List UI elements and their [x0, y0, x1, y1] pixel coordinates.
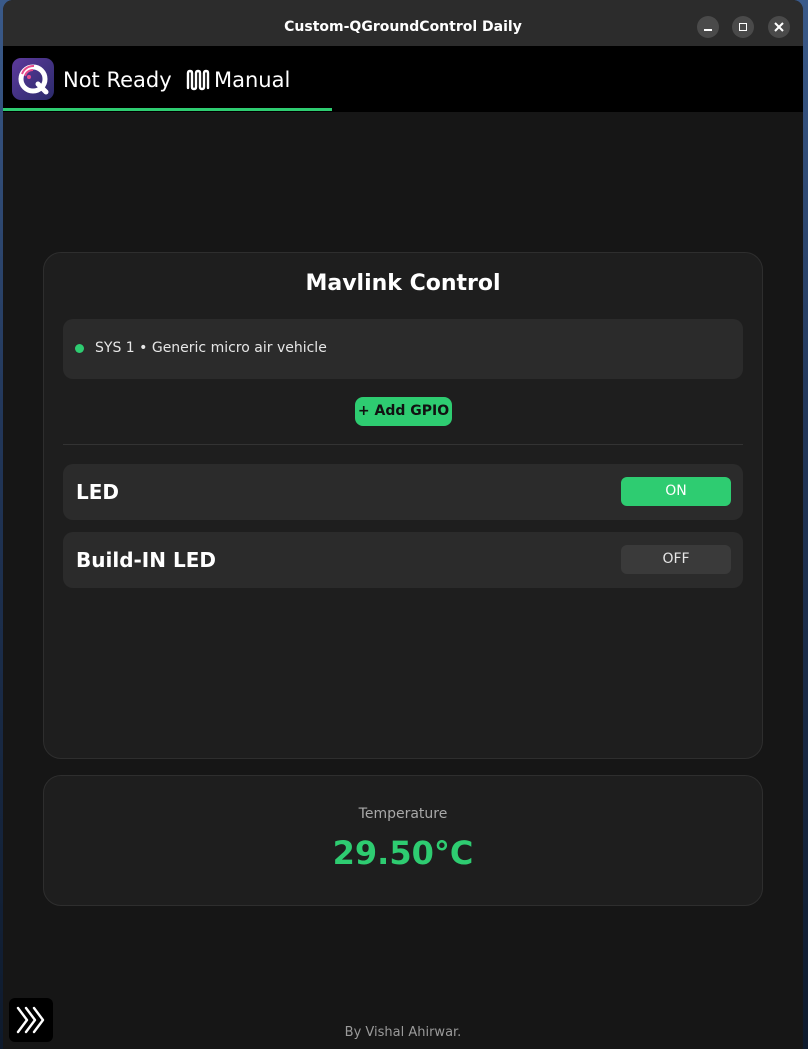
vehicle-status[interactable]: Not Ready [63, 66, 172, 94]
gpio-name: LED [76, 480, 120, 504]
main-content: Mavlink Control SYS 1 • Generic micro ai… [3, 112, 803, 1049]
vehicle-status-dot [75, 344, 84, 353]
minimize-icon [704, 29, 712, 31]
minimize-button[interactable] [697, 16, 719, 38]
temperature-label: Temperature [358, 806, 448, 822]
gpio-toggle-button[interactable]: OFF [621, 545, 731, 574]
vehicle-label: SYS 1 • Generic micro air vehicle [95, 340, 327, 356]
temperature-card: Temperature 29.50°C [43, 775, 763, 906]
flight-mode-label: Manual [214, 68, 291, 92]
expand-button[interactable] [9, 998, 53, 1042]
divider [63, 444, 743, 445]
add-gpio-button[interactable]: + Add GPIO [355, 397, 452, 426]
waveform-icon [186, 69, 210, 91]
flight-mode-selector[interactable]: Manual [186, 66, 290, 94]
maximize-button[interactable] [732, 16, 754, 38]
gpio-name: Build-IN LED [76, 548, 216, 572]
card-title: Mavlink Control [305, 271, 501, 296]
gpio-toggle-button[interactable]: ON [621, 477, 731, 506]
maximize-icon [739, 23, 747, 31]
triple-chevron-right-icon [16, 1006, 45, 1034]
gpio-row-build-in-led: Build-IN LED OFF [63, 532, 743, 588]
close-icon [774, 22, 784, 32]
footer-credit: By Vishal Ahirwar. [344, 1025, 462, 1040]
temperature-value: 29.50°C [332, 834, 474, 872]
gpio-row-led: LED ON [63, 464, 743, 520]
close-button[interactable] [768, 16, 790, 38]
app-window: Custom-QGroundControl Daily Not Ready Ma… [3, 0, 803, 1049]
toolbar-active-indicator [3, 108, 332, 111]
main-toolbar: Not Ready Manual [3, 46, 803, 112]
mavlink-control-card: Mavlink Control SYS 1 • Generic micro ai… [43, 252, 763, 759]
vehicle-row[interactable]: SYS 1 • Generic micro air vehicle [63, 319, 743, 379]
window-titlebar[interactable]: Custom-QGroundControl Daily [3, 0, 803, 46]
qgc-logo-icon[interactable] [12, 58, 54, 100]
